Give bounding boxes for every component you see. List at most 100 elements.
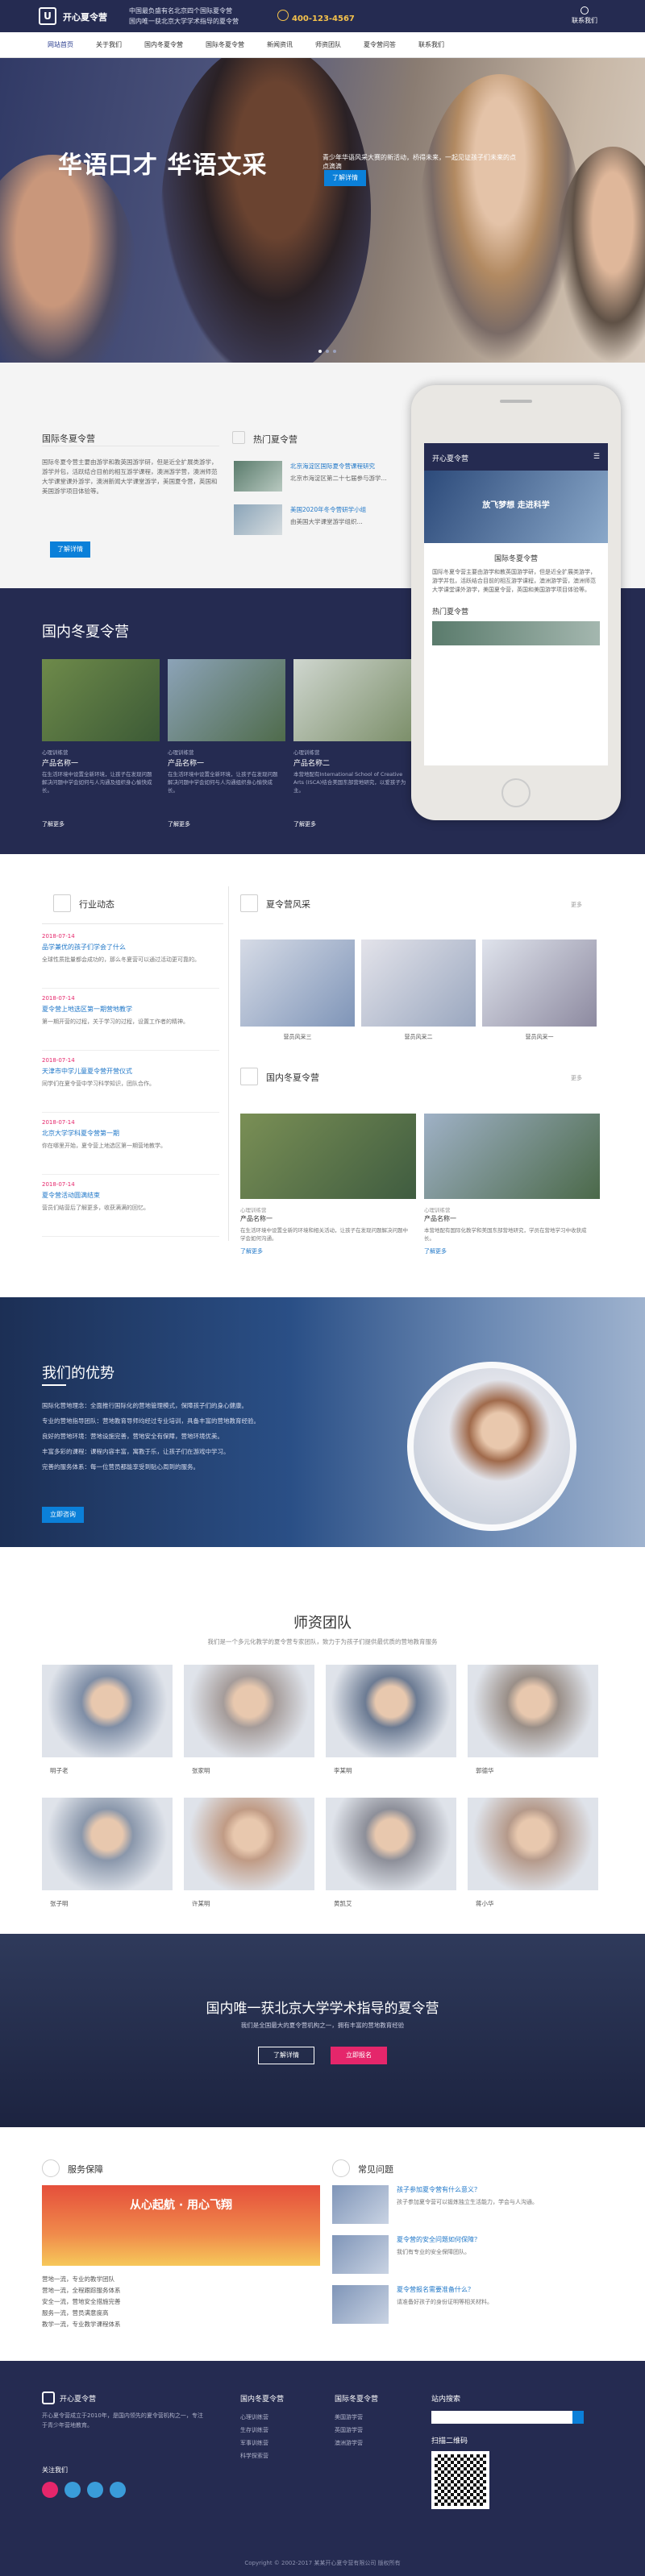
news-desc: 全球性质批量都会成功的，那么冬夏营可以通过活动更可靠的。 <box>42 956 200 963</box>
faq-thumb[interactable] <box>332 2185 389 2224</box>
faq-question[interactable]: 夏令营报名需要准备什么？ <box>397 2285 474 2294</box>
main-nav: 网站首页 关于我们 国内冬夏令营 国际冬夏令营 新闻资讯 师资团队 夏令营问答 联系我们 <box>0 32 645 58</box>
footer-link[interactable]: 生存训练营 <box>240 2424 268 2437</box>
news-title-link[interactable]: 夏令营活动圆满结束 <box>42 1191 100 1200</box>
style-photo[interactable] <box>240 940 355 1027</box>
style-caption: 营员风采三 <box>283 1034 312 1040</box>
advantage-underline <box>42 1384 66 1386</box>
hot-title: 热门夏令营 <box>253 434 298 445</box>
nav-item[interactable]: 师资团队 <box>304 32 352 57</box>
logo-mark[interactable]: U <box>39 7 56 25</box>
nav-item[interactable]: 夏令营问答 <box>352 32 407 57</box>
service-item: 服务一流，营员满意度高 <box>42 2309 109 2317</box>
domestic-card-name[interactable]: 产品名称一 <box>42 757 78 768</box>
footer-link[interactable]: 澳洲游学营 <box>335 2437 363 2449</box>
nav-item[interactable]: 新闻资讯 <box>256 32 304 57</box>
team-photo[interactable] <box>326 1798 456 1890</box>
domestic2-card-more[interactable]: 了解更多 <box>240 1247 263 1255</box>
style-more[interactable]: 更多 <box>571 901 582 909</box>
news-icon <box>53 894 71 912</box>
hot-thumb-1[interactable] <box>234 461 282 492</box>
pku-button-1[interactable]: 了解详情 <box>258 2047 314 2064</box>
footer-logo-mark <box>42 2391 55 2404</box>
nav-item[interactable]: 网站首页 <box>36 32 85 57</box>
phone-screen: 开心夏令营 ☰ 放飞梦想 走进科学 国际冬夏令营 国际冬夏令营主要由游学和教英国… <box>424 443 608 765</box>
domestic2-card-more[interactable]: 了解更多 <box>424 1247 447 1255</box>
domestic2-card-desc: 本营地配有国际化教学和美国东部营地研究，学员在营地学习中收获成长。 <box>424 1227 587 1242</box>
footer-link[interactable]: 美国游学营 <box>335 2411 363 2424</box>
domestic2-card-photo[interactable] <box>240 1114 416 1199</box>
nav-item[interactable]: 国际冬夏令营 <box>194 32 256 57</box>
pku-button-2[interactable]: 立即报名 <box>331 2047 387 2064</box>
header-contact[interactable]: 联系我们 <box>564 6 605 26</box>
team-photo[interactable] <box>326 1665 456 1757</box>
footer-link[interactable]: 军事训练营 <box>240 2437 268 2449</box>
footer-link[interactable]: 心理训练营 <box>240 2411 268 2424</box>
phone-home-button[interactable] <box>501 778 531 807</box>
logo-text[interactable]: 开心夏令营 <box>63 10 107 23</box>
domestic-card-photo[interactable] <box>42 659 160 741</box>
slider-dot[interactable] <box>318 350 322 353</box>
domestic-card-photo[interactable] <box>293 659 411 741</box>
footer-col2: 美国游学营 英国游学营 澳洲游学营 <box>335 2411 363 2449</box>
domestic-card-more[interactable]: 了解更多 <box>293 820 316 828</box>
hot-thumb-2[interactable] <box>234 504 282 535</box>
hot-item-2[interactable]: 美国2020年冬令营研学小组 <box>290 505 366 514</box>
domestic2-card-name[interactable]: 产品名称一 <box>424 1214 456 1223</box>
domestic2-card-photo[interactable] <box>424 1114 600 1199</box>
domestic-card-name[interactable]: 产品名称一 <box>168 757 204 768</box>
footer-col1-title: 国内冬夏令营 <box>240 2396 285 2404</box>
domestic2-more[interactable]: 更多 <box>571 1074 582 1082</box>
email-icon[interactable] <box>110 2482 126 2498</box>
news-desc: 第一期开营的过程，关于学习的过程，设置工作者的精神。 <box>42 1018 189 1025</box>
search-button[interactable] <box>572 2411 584 2424</box>
column-divider <box>228 886 229 1241</box>
domestic-card-photo[interactable] <box>168 659 285 741</box>
weibo-icon[interactable] <box>42 2482 58 2498</box>
style-caption: 营员风采一 <box>525 1034 554 1040</box>
news-title: 行业动态 <box>79 899 114 910</box>
domestic-card-more[interactable]: 了解更多 <box>42 820 64 828</box>
news-title-link[interactable]: 北京大学学科夏令营第一期 <box>42 1129 119 1138</box>
hot-item-1[interactable]: 北京海淀区国际夏令营课程研究 <box>290 462 375 471</box>
nav-item[interactable]: 国内冬夏令营 <box>133 32 194 57</box>
domestic-card-name[interactable]: 产品名称二 <box>293 757 330 768</box>
team-photo[interactable] <box>184 1798 314 1890</box>
news-title-link[interactable]: 品学兼优的孩子们学会了什么 <box>42 943 126 952</box>
news-title-link[interactable]: 天津市中学儿童夏令营开营仪式 <box>42 1067 132 1076</box>
advantage-button[interactable]: 立即咨询 <box>42 1507 84 1523</box>
faq-thumb[interactable] <box>332 2285 389 2324</box>
team-photo[interactable] <box>184 1665 314 1757</box>
domestic-card-more[interactable]: 了解更多 <box>168 820 190 828</box>
slider-dot[interactable] <box>333 350 336 353</box>
faq-question[interactable]: 孩子参加夏令营有什么意义？ <box>397 2185 481 2194</box>
team-photo[interactable] <box>468 1798 598 1890</box>
hero-button[interactable]: 了解详情 <box>324 170 366 186</box>
header-contact-label: 联系我们 <box>572 17 597 24</box>
team-photo[interactable] <box>468 1665 598 1757</box>
top-header: U 开心夏令营 中国最负盛有名北京四个国际夏令营 国内唯一获北京大学学术指导的夏… <box>0 0 645 32</box>
nav-item[interactable]: 联系我们 <box>407 32 456 57</box>
footer-link[interactable]: 英国游学营 <box>335 2424 363 2437</box>
wechat-icon[interactable] <box>64 2482 81 2498</box>
phone-header: 开心夏令营 ☰ <box>424 443 608 471</box>
team-name: 黄凯艾 <box>334 1900 352 1907</box>
style-photo[interactable] <box>482 940 597 1027</box>
intl-button[interactable]: 了解详情 <box>50 541 90 558</box>
menu-icon[interactable]: ☰ <box>593 453 600 461</box>
faq-thumb[interactable] <box>332 2235 389 2274</box>
team-photo[interactable] <box>42 1798 173 1890</box>
style-caption: 营员风采二 <box>404 1034 433 1040</box>
style-photo[interactable] <box>361 940 476 1027</box>
slider-dot[interactable] <box>326 350 329 353</box>
news-date: 2018-07-14 <box>42 933 75 940</box>
news-title-link[interactable]: 夏令营上地选区第一期营地教学 <box>42 1005 132 1014</box>
service-item: 教学一流，专业教学课程体系 <box>42 2321 121 2328</box>
qq-icon[interactable] <box>87 2482 103 2498</box>
nav-item[interactable]: 关于我们 <box>85 32 133 57</box>
footer-search-input[interactable] <box>431 2411 572 2424</box>
team-photo[interactable] <box>42 1665 173 1757</box>
faq-question[interactable]: 夏令营的安全问题如何保障？ <box>397 2235 481 2244</box>
footer-link[interactable]: 科学探索营 <box>240 2449 268 2462</box>
domestic2-card-name[interactable]: 产品名称一 <box>240 1214 273 1223</box>
